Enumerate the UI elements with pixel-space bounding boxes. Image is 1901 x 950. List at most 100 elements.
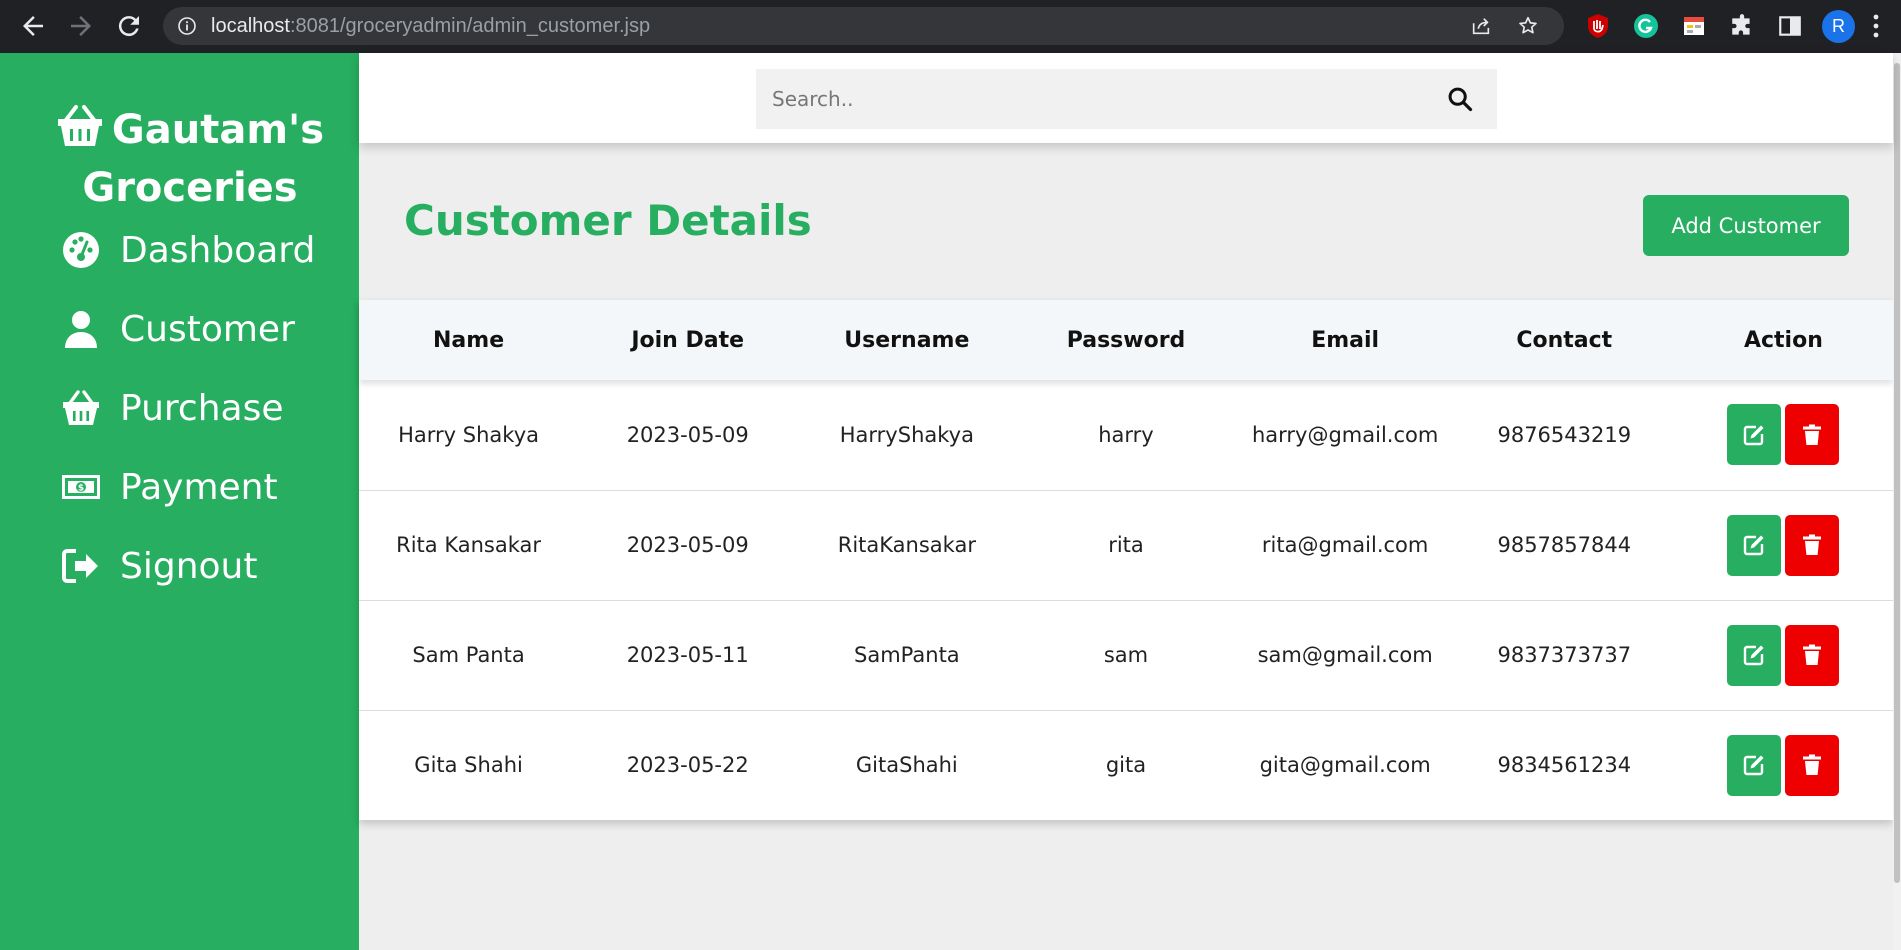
edit-icon	[1744, 645, 1764, 666]
cell-join-date: 2023-05-09	[626, 422, 749, 447]
sidebar-item-label: Signout	[120, 545, 258, 587]
browser-menu-icon[interactable]	[1870, 12, 1882, 40]
side-panel-icon[interactable]	[1777, 13, 1803, 39]
cell-password: harry	[1098, 422, 1154, 447]
table-row: Sam Panta 2023-05-11 SamPanta sam sam@gm…	[359, 600, 1893, 710]
add-customer-button[interactable]: Add Customer	[1643, 195, 1849, 256]
cell-username: GitaShahi	[855, 753, 958, 778]
bookmark-star-icon[interactable]	[1517, 15, 1539, 37]
user-icon	[60, 308, 102, 350]
top-header	[359, 53, 1893, 143]
edit-button[interactable]	[1727, 514, 1782, 576]
sign-out-icon	[60, 545, 102, 587]
browser-toolbar: localhost:8081/groceryadmin/admin_custom…	[0, 0, 1901, 53]
delete-button[interactable]	[1785, 404, 1840, 466]
money-bill-icon: $	[60, 466, 102, 508]
cell-username: RitaKansakar	[837, 533, 976, 557]
grammarly-extension-icon[interactable]	[1633, 13, 1659, 39]
cell-name: Sam Panta	[412, 643, 525, 667]
customer-table: Name Join Date Username Password Email C…	[359, 300, 1893, 820]
delete-button[interactable]	[1785, 514, 1840, 576]
page-scrollbar[interactable]	[1893, 53, 1901, 950]
sidebar-item-label: Payment	[120, 466, 278, 508]
reload-icon[interactable]	[114, 11, 144, 41]
sidebar-item-label: Dashboard	[120, 229, 316, 271]
column-header-name: Name	[433, 327, 505, 353]
cell-password: rita	[1108, 533, 1144, 557]
cell-join-date: 2023-05-11	[626, 643, 749, 667]
table-row: Rita Kansakar 2023-05-09 RitaKansakar ri…	[359, 490, 1893, 600]
cell-password: gita	[1105, 753, 1147, 778]
extensions-puzzle-icon[interactable]	[1729, 13, 1755, 39]
profile-avatar[interactable]: R	[1822, 10, 1855, 43]
share-icon[interactable]	[1470, 15, 1492, 37]
edit-icon	[1744, 535, 1764, 556]
cell-username: SamPanta	[854, 643, 960, 667]
sidebar-item-dashboard[interactable]: Dashboard	[60, 220, 315, 280]
sidebar-item-signout[interactable]: Signout	[60, 536, 257, 596]
customer-table-container: Name Join Date Username Password Email C…	[359, 300, 1893, 820]
basket-icon	[56, 104, 104, 148]
cell-contact: 9837373737	[1497, 643, 1632, 667]
back-arrow-icon[interactable]	[18, 11, 48, 41]
trash-icon	[1803, 534, 1822, 555]
cell-name: Harry Shakya	[398, 422, 540, 447]
page-title: Customer Details	[404, 196, 812, 245]
trash-icon	[1803, 754, 1822, 776]
column-header-email: Email	[1311, 327, 1380, 353]
cell-password: sam	[1103, 643, 1149, 667]
cell-email: harry@gmail.com	[1251, 422, 1439, 447]
column-header-join-date: Join Date	[631, 327, 745, 353]
column-header-contact: Contact	[1516, 327, 1613, 353]
cell-action	[1674, 380, 1893, 490]
edit-button[interactable]	[1727, 404, 1782, 466]
trash-icon	[1803, 424, 1822, 445]
address-bar[interactable]: localhost:8081/groceryadmin/admin_custom…	[163, 7, 1564, 45]
sidebar-item-label: Purchase	[120, 387, 284, 429]
cell-join-date: 2023-05-22	[626, 753, 749, 778]
search-bar	[756, 69, 1497, 129]
cell-email: gita@gmail.com	[1259, 753, 1431, 778]
cell-contact: 9876543219	[1497, 422, 1632, 447]
table-row: Gita Shahi 2023-05-22 GitaShahi gita git…	[359, 710, 1893, 820]
sidebar-item-purchase[interactable]: Purchase	[60, 378, 283, 438]
url-text: localhost:8081/groceryadmin/admin_custom…	[211, 15, 651, 37]
search-icon[interactable]	[1446, 85, 1474, 113]
delete-button[interactable]	[1785, 624, 1840, 686]
cell-name: Gita Shahi	[414, 753, 523, 778]
brand-logo[interactable]: Gautam's Groceries	[40, 101, 340, 217]
edit-button[interactable]	[1727, 624, 1782, 686]
brand-name: Gautam's Groceries	[82, 107, 325, 211]
cell-username: HarryShakya	[839, 422, 974, 447]
sidebar-item-customer[interactable]: Customer	[60, 299, 295, 359]
edit-button[interactable]	[1727, 734, 1782, 796]
edit-icon	[1744, 425, 1764, 445]
column-header-username: Username	[844, 327, 970, 353]
calendar-extension-icon[interactable]	[1681, 13, 1707, 39]
cell-action	[1674, 600, 1893, 710]
sidebar-item-label: Customer	[120, 308, 295, 350]
cell-action	[1674, 490, 1893, 600]
cell-contact: 9834561234	[1497, 753, 1632, 778]
sidebar: Gautam's Groceries Dashboard Customer Pu…	[0, 53, 359, 950]
cell-contact: 9857857844	[1497, 533, 1632, 557]
table-row: Harry Shakya 2023-05-09 HarryShakya harr…	[359, 380, 1893, 490]
ublock-extension-icon[interactable]	[1585, 13, 1611, 39]
column-header-action: Action	[1743, 327, 1823, 353]
cell-email: sam@gmail.com	[1257, 643, 1433, 667]
table-header-row: Name Join Date Username Password Email C…	[359, 300, 1893, 380]
sidebar-item-payment[interactable]: $ Payment	[60, 457, 278, 517]
scrollbar-thumb[interactable]	[1894, 63, 1900, 883]
forward-arrow-icon[interactable]	[66, 11, 96, 41]
site-info-icon[interactable]	[177, 16, 197, 36]
column-header-password: Password	[1066, 327, 1186, 353]
cell-join-date: 2023-05-09	[626, 533, 749, 557]
trash-icon	[1803, 644, 1822, 665]
cell-name: Rita Kansakar	[396, 533, 542, 557]
search-input[interactable]	[756, 69, 1436, 129]
basket-icon	[60, 387, 102, 429]
cell-email: rita@gmail.com	[1261, 533, 1429, 557]
dashboard-gauge-icon	[60, 229, 102, 271]
delete-button[interactable]	[1785, 734, 1840, 796]
cell-action	[1674, 710, 1893, 820]
